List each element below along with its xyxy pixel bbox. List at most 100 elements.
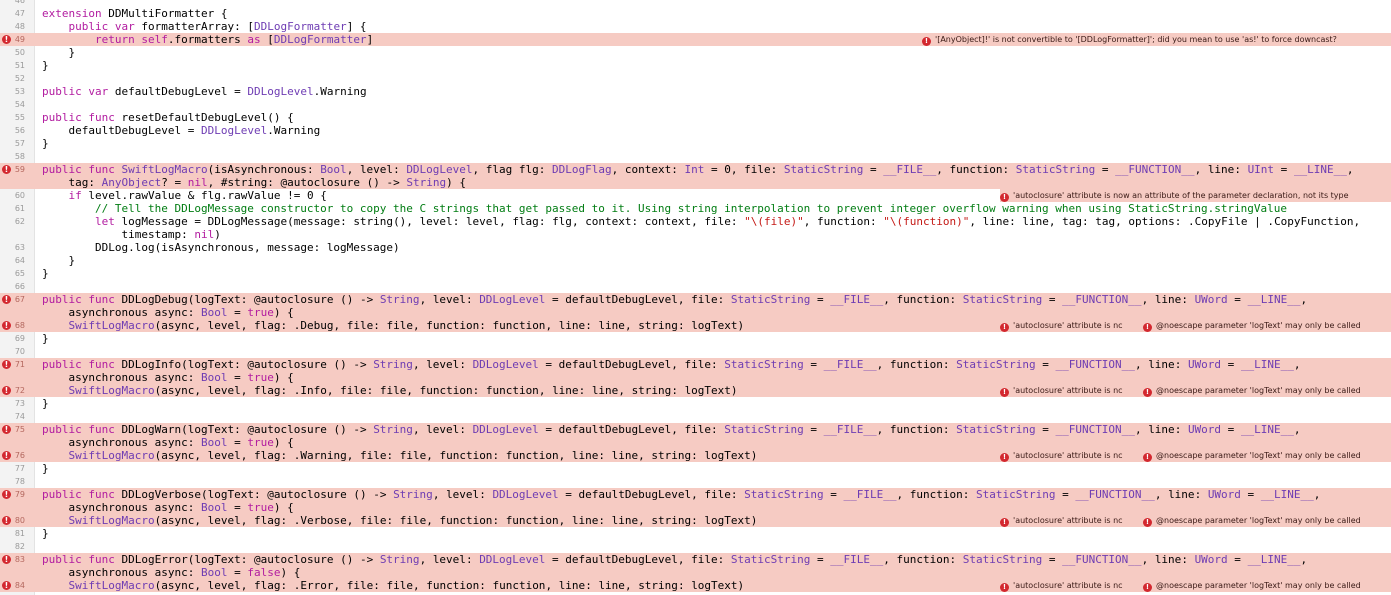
- code-line[interactable]: 69}: [0, 332, 1391, 345]
- error-message-text: @noescape parameter 'logText' may only b…: [1156, 451, 1361, 460]
- code-line[interactable]: 61 // Tell the DDLogMessage constructor …: [0, 202, 1391, 215]
- code-line[interactable]: 59! public func SwiftLogMacro(isAsynchron…: [0, 163, 1391, 176]
- code-line[interactable]: 49! return self.formatters as [DDLogForm…: [0, 33, 1391, 46]
- error-message[interactable]: ! @noescape parameter 'logText' may only …: [1143, 384, 1391, 397]
- code-line[interactable]: 56 defaultDebugLevel = DDLogLevel.Warnin…: [0, 124, 1391, 137]
- code-line[interactable]: 48 public var formatterArray: [DDLogForm…: [0, 20, 1391, 33]
- code-text: public func resetDefaultDebugLevel() {: [42, 111, 294, 124]
- line-number: 51: [14, 61, 25, 70]
- line-number: 73: [14, 399, 25, 408]
- error-circle-icon[interactable]: !: [2, 386, 11, 395]
- error-message-text: 'autoclosure' attribute is nc: [1013, 581, 1123, 590]
- code-line[interactable]: 50 }: [0, 46, 1391, 59]
- error-circle-icon[interactable]: !: [2, 35, 11, 44]
- code-text: DDLog.log(isAsynchronous, message: logMe…: [94, 241, 400, 254]
- code-text: if level.rawValue & flg.rawValue != 0 {: [68, 189, 327, 202]
- error-message[interactable]: ! @noescape parameter 'logText' may only …: [1143, 514, 1391, 527]
- code-text: }: [42, 462, 49, 475]
- code-line[interactable]: 66: [0, 280, 1391, 293]
- line-number: 74: [14, 412, 25, 421]
- error-circle-icon[interactable]: !: [2, 516, 11, 525]
- code-line[interactable]: 84! SwiftLogMacro(async, level, flag: .E…: [0, 579, 1391, 592]
- code-line[interactable]: 78: [0, 475, 1391, 488]
- error-circle-icon[interactable]: !: [2, 555, 11, 564]
- error-message[interactable]: ! @noescape parameter 'logText' may only …: [1143, 449, 1391, 462]
- code-text: }: [42, 332, 49, 345]
- code-line[interactable]: asynchronous async: Bool = true) {: [0, 371, 1391, 384]
- code-text: }: [42, 137, 49, 150]
- error-circle-icon[interactable]: !: [2, 490, 11, 499]
- code-line[interactable]: 74: [0, 410, 1391, 423]
- code-line[interactable]: 60 if level.rawValue & flg.rawValue != 0…: [0, 189, 1391, 202]
- error-circle-icon: !: [1143, 323, 1152, 332]
- code-text: SwiftLogMacro(async, level, flag: .Info,…: [68, 384, 738, 397]
- error-message-text: @noescape parameter 'logText' may only b…: [1156, 386, 1361, 395]
- code-line[interactable]: 68! SwiftLogMacro(async, level, flag: .D…: [0, 319, 1391, 332]
- line-number: 57: [14, 139, 25, 148]
- code-line[interactable]: 62 let logMessage = DDLogMessage(message…: [0, 215, 1391, 228]
- code-line[interactable]: 53 public var defaultDebugLevel = DDLogLe…: [0, 85, 1391, 98]
- code-text: public func DDLogWarn(logText: @autoclos…: [42, 423, 1301, 436]
- code-line[interactable]: 80! SwiftLogMacro(async, level, flag: .V…: [0, 514, 1391, 527]
- error-circle-icon[interactable]: !: [2, 295, 11, 304]
- code-text: public var formatterArray: [DDLogFormatt…: [68, 20, 367, 33]
- error-message[interactable]: ! 'autoclosure' attribute is nc: [1000, 384, 1142, 397]
- code-text: public func DDLogError(logText: @autoclo…: [42, 553, 1308, 566]
- error-circle-icon[interactable]: !: [2, 451, 11, 460]
- error-message[interactable]: ! @noescape parameter 'logText' may only …: [1143, 319, 1391, 332]
- line-number: 48: [14, 22, 25, 31]
- code-line[interactable]: 57}: [0, 137, 1391, 150]
- error-circle-icon[interactable]: !: [2, 581, 11, 590]
- line-number: 82: [14, 542, 25, 551]
- code-line[interactable]: 58: [0, 150, 1391, 163]
- code-line[interactable]: 55 public func resetDefaultDebugLevel() {: [0, 111, 1391, 124]
- code-line[interactable]: 51}: [0, 59, 1391, 72]
- code-line[interactable]: 72! SwiftLogMacro(async, level, flag: .I…: [0, 384, 1391, 397]
- code-line[interactable]: asynchronous async: Bool = false) {: [0, 566, 1391, 579]
- code-line[interactable]: 70: [0, 345, 1391, 358]
- code-line[interactable]: 47 extension DDMultiFormatter {: [0, 7, 1391, 20]
- error-circle-icon[interactable]: !: [2, 321, 11, 330]
- error-circle-icon[interactable]: !: [2, 425, 11, 434]
- error-message[interactable]: ! 'autoclosure' attribute is nc: [1000, 579, 1142, 592]
- code-line[interactable]: 75! public func DDLogWarn(logText: @autoc…: [0, 423, 1391, 436]
- line-number: 62: [14, 217, 25, 226]
- code-text: defaultDebugLevel = DDLogLevel.Warning: [68, 124, 321, 137]
- code-line[interactable]: 65}: [0, 267, 1391, 280]
- code-line[interactable]: tag: AnyObject? = nil, #string: @autoclo…: [0, 176, 1391, 189]
- line-number: 60: [14, 191, 25, 200]
- code-line[interactable]: timestamp: nil): [0, 228, 1391, 241]
- code-line[interactable]: 79! public func DDLogVerbose(logText: @au…: [0, 488, 1391, 501]
- code-line[interactable]: 46: [0, 0, 1391, 7]
- error-message-text: 'autoclosure' attribute is nc: [1013, 516, 1123, 525]
- code-line[interactable]: asynchronous async: Bool = true) {: [0, 501, 1391, 514]
- code-line[interactable]: asynchronous async: Bool = true) {: [0, 436, 1391, 449]
- error-message[interactable]: ! 'autoclosure' attribute is nc: [1000, 319, 1142, 332]
- error-message[interactable]: ! '[AnyObject]!' is not convertible to '[…: [922, 33, 1391, 46]
- line-number: 47: [14, 9, 25, 18]
- error-circle-icon: !: [1000, 323, 1009, 332]
- code-line[interactable]: 81}: [0, 527, 1391, 540]
- code-line[interactable]: 64 }: [0, 254, 1391, 267]
- error-circle-icon[interactable]: !: [2, 360, 11, 369]
- code-line[interactable]: 71! public func DDLogInfo(logText: @autoc…: [0, 358, 1391, 371]
- error-message[interactable]: ! 'autoclosure' attribute is nc: [1000, 514, 1142, 527]
- code-line[interactable]: 73}: [0, 397, 1391, 410]
- code-line[interactable]: 67! public func DDLogDebug(logText: @auto…: [0, 293, 1391, 306]
- code-line[interactable]: 52: [0, 72, 1391, 85]
- error-message[interactable]: ! 'autoclosure' attribute is nc: [1000, 449, 1142, 462]
- code-line[interactable]: 82: [0, 540, 1391, 553]
- code-line[interactable]: 54: [0, 98, 1391, 111]
- code-line[interactable]: 77}: [0, 462, 1391, 475]
- line-number: 56: [14, 126, 25, 135]
- error-message[interactable]: ! @noescape parameter 'logText' may only …: [1143, 579, 1391, 592]
- line-number: 58: [14, 152, 25, 161]
- error-circle-icon[interactable]: !: [2, 165, 11, 174]
- code-text: let logMessage = DDLogMessage(message: s…: [94, 215, 1361, 228]
- code-line[interactable]: 63 DDLog.log(isAsynchronous, message: lo…: [0, 241, 1391, 254]
- source-editor[interactable]: 46 47 extension DDMultiFormatter {48 publi…: [0, 0, 1391, 595]
- code-line[interactable]: 83! public func DDLogError(logText: @auto…: [0, 553, 1391, 566]
- error-message[interactable]: ! 'autoclosure' attribute is now an attri…: [1000, 189, 1391, 202]
- code-line[interactable]: 76! SwiftLogMacro(async, level, flag: .W…: [0, 449, 1391, 462]
- code-line[interactable]: asynchronous async: Bool = true) {: [0, 306, 1391, 319]
